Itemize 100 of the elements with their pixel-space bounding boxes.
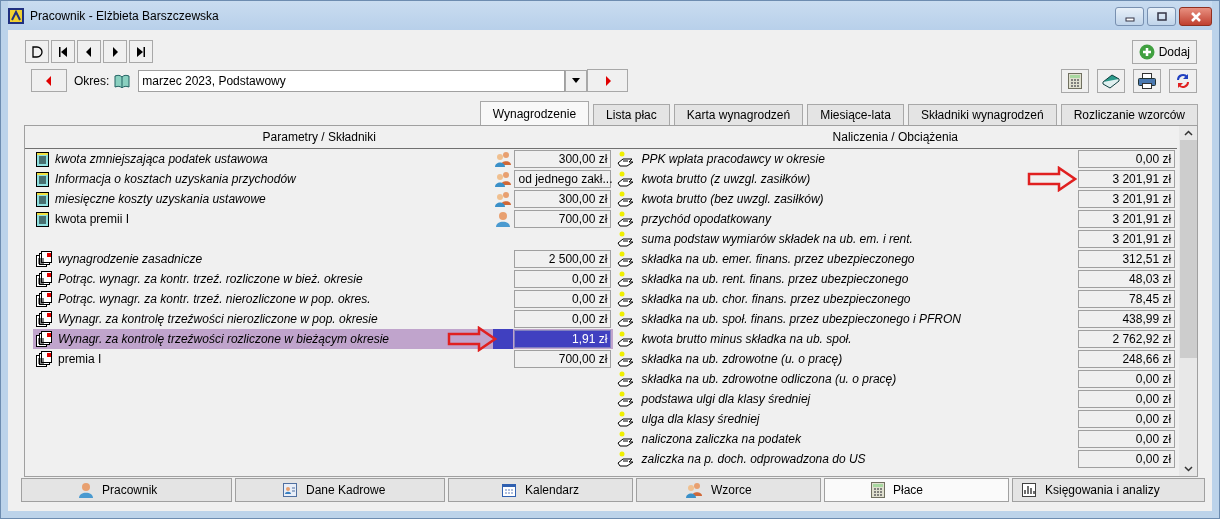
- parameter-label: kwota zmniejszająca podatek ustawowa: [55, 152, 269, 166]
- value-field[interactable]: 700,00 zł: [514, 350, 612, 368]
- chart-icon: [1021, 482, 1037, 498]
- bottom-tab[interactable]: Kalendarz: [448, 478, 633, 502]
- first-icon: [57, 45, 69, 58]
- hand-coin-icon: [617, 151, 636, 167]
- component-row[interactable]: Potrąc. wynagr. za kontr. trzeź. rozliczone w bież. okresie 0,00 zł: [33, 269, 614, 289]
- value-field[interactable]: 312,51 zł: [1078, 250, 1176, 268]
- bottom-tab[interactable]: Płace: [824, 478, 1009, 502]
- last-button[interactable]: [129, 40, 153, 63]
- component-row[interactable]: Wynagr. za kontrolę trzeźwości nierozliczone w pop. okresie 0,00 zł: [33, 309, 614, 329]
- value-field[interactable]: 0,00 zł: [514, 310, 612, 328]
- calculator-icon: [871, 482, 885, 498]
- next-period-button[interactable]: [587, 69, 629, 92]
- value-field[interactable]: 3 201,91 zł: [1078, 190, 1176, 208]
- value-field[interactable]: 0,00 zł: [1078, 450, 1176, 468]
- hand-coin-icon: [617, 171, 636, 187]
- value-field[interactable]: 0,00 zł: [1078, 150, 1176, 168]
- value-field[interactable]: 1,91 zł: [514, 330, 612, 348]
- value-field[interactable]: 78,45 zł: [1078, 290, 1176, 308]
- refresh-button[interactable]: [1169, 68, 1197, 93]
- bottom-tab[interactable]: Pracownik: [21, 478, 232, 502]
- hand-coin-icon: [617, 311, 636, 327]
- left-triangle-icon: [45, 75, 53, 86]
- column-header: Naliczenia / Obciążenia: [832, 130, 958, 144]
- hand-coin-icon: [617, 251, 636, 267]
- value-field[interactable]: 3 201,91 zł: [1078, 170, 1176, 188]
- hand-coin-icon: [617, 351, 636, 367]
- hand-coin-icon: [617, 371, 636, 387]
- previous-button[interactable]: [77, 40, 101, 63]
- charge-label: zaliczka na p. doch. odprowadzona do US: [641, 452, 867, 466]
- value-field[interactable]: 0,00 zł: [1078, 370, 1176, 388]
- calculator-icon: [1068, 72, 1082, 89]
- hand-coin-icon: [617, 451, 636, 467]
- value-field[interactable]: 3 201,91 zł: [1078, 230, 1176, 248]
- charge-label: składka na ub. zdrowotne odliczona (u. o pracę): [641, 372, 898, 386]
- component-row[interactable]: Potrąc. wynagr. za kontr. trzeź. nierozliczone w pop. okres. 0,00 zł: [33, 289, 614, 309]
- charge-label: składka na ub. rent. finans. przez ubezpieczonego: [641, 272, 910, 286]
- person-icon: [495, 211, 512, 227]
- hand-coin-icon: [617, 331, 636, 347]
- app-icon: [8, 7, 24, 24]
- next-button[interactable]: [103, 40, 127, 63]
- minimize-button[interactable]: [1115, 7, 1144, 26]
- column-header: Parametry / Składniki: [262, 130, 376, 144]
- tab[interactable]: Lista płac: [593, 104, 670, 125]
- value-field[interactable]: 0,00 zł: [514, 270, 612, 288]
- close-button[interactable]: [1179, 7, 1212, 26]
- caret-icon: [572, 78, 581, 83]
- value-field[interactable]: od jednego zakł...: [514, 170, 612, 188]
- hand-coin-icon: [617, 211, 636, 227]
- component-row[interactable]: wynagrodzenie zasadnicze 2 500,00 zł: [33, 249, 614, 269]
- book-button[interactable]: [1097, 68, 1125, 93]
- value-field[interactable]: 2 762,92 zł: [1078, 330, 1176, 348]
- value-field[interactable]: 300,00 zł: [514, 190, 612, 208]
- value-field[interactable]: 48,03 zł: [1078, 270, 1176, 288]
- period-field[interactable]: marzec 2023, Podstawowy: [138, 69, 566, 92]
- component-label: wynagrodzenie zasadnicze: [58, 252, 204, 266]
- charge-label: suma podstaw wymiarów składek na ub. em. i rent.: [641, 232, 914, 246]
- bottom-tab[interactable]: Wzorce: [636, 478, 821, 502]
- add-button[interactable]: Dodaj: [1131, 40, 1197, 64]
- value-field[interactable]: 2 500,00 zł: [514, 250, 612, 268]
- value-field[interactable]: 300,00 zł: [514, 150, 612, 168]
- scroll-thumb[interactable]: [1179, 140, 1197, 358]
- tab[interactable]: Karta wynagrodzeń: [673, 104, 804, 125]
- tab[interactable]: Wynagrodzenie: [479, 101, 590, 125]
- stacked-pages-icon: [36, 331, 52, 347]
- new-record-button[interactable]: [25, 40, 49, 63]
- stacked-pages-icon: [36, 291, 52, 307]
- first-button[interactable]: [51, 40, 75, 63]
- value-field[interactable]: 700,00 zł: [514, 210, 612, 228]
- plus-icon: [1138, 44, 1155, 60]
- refresh-icon: [1175, 72, 1191, 89]
- component-row[interactable]: premia I 700,00 zł: [33, 349, 614, 369]
- value-field[interactable]: 0,00 zł: [1078, 430, 1176, 448]
- bottom-tab[interactable]: Księgowania i analizy: [1012, 478, 1205, 502]
- charge-label: PPK wpłata pracodawcy w okresie: [641, 152, 826, 166]
- print-button[interactable]: [1133, 68, 1161, 93]
- tab[interactable]: Składniki wynagrodzeń: [907, 104, 1057, 125]
- stacked-pages-icon: [36, 351, 52, 367]
- value-field[interactable]: 0,00 zł: [1078, 390, 1176, 408]
- tab[interactable]: Rozliczanie wzorców: [1060, 104, 1198, 125]
- component-row[interactable]: Wynagr. za kontrolę trzeźwości rozliczone w bieżącym okresie 1,91 zł: [33, 329, 614, 349]
- charge-label: ulga dla klasy średniej: [641, 412, 761, 426]
- value-field[interactable]: 438,99 zł: [1078, 310, 1176, 328]
- parameter-label: kwota premii I: [55, 212, 131, 226]
- hand-coin-icon: [617, 411, 636, 427]
- window-title: Pracownik - Elżbieta Barszczewska: [30, 8, 220, 23]
- dropdown-button[interactable]: [565, 69, 588, 92]
- bottom-tab[interactable]: Dane Kadrowe: [235, 478, 445, 502]
- value-field[interactable]: 0,00 zł: [1078, 410, 1176, 428]
- maximize-button[interactable]: [1147, 7, 1176, 26]
- tab[interactable]: Miesiące-lata: [807, 104, 904, 125]
- scrollbar[interactable]: [1179, 126, 1197, 476]
- value-field[interactable]: 0,00 zł: [514, 290, 612, 308]
- calculator-button[interactable]: [1061, 68, 1089, 93]
- charge-label: przychód opodatkowany: [641, 212, 773, 226]
- value-field[interactable]: 248,66 zł: [1078, 350, 1176, 368]
- previous-period-button[interactable]: [31, 69, 67, 92]
- value-field[interactable]: 3 201,91 zł: [1078, 210, 1176, 228]
- person-icon: [78, 482, 94, 498]
